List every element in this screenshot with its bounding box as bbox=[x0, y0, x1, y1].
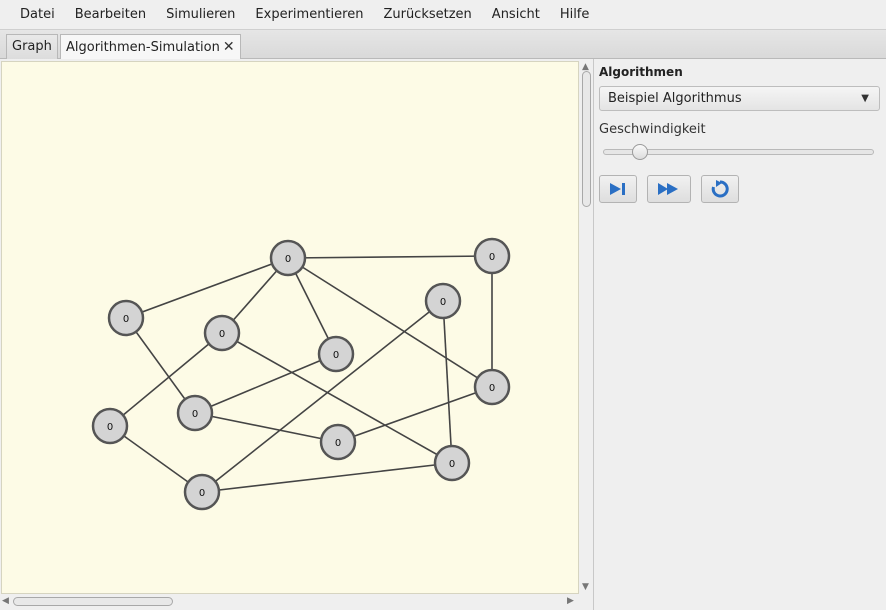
graph-node-value: 0 bbox=[192, 409, 198, 420]
menu-datei[interactable]: Datei bbox=[8, 0, 65, 29]
speed-label: Geschwindigkeit bbox=[599, 122, 706, 137]
chevron-down-icon: ▼ bbox=[861, 93, 869, 104]
tab-algorithmen-simulation-label: Algorithmen-Simulation bbox=[66, 40, 220, 55]
graph-node[interactable]: 0 bbox=[91, 407, 129, 445]
graph-node[interactable]: 0 bbox=[473, 368, 511, 406]
graph-node[interactable]: 0 bbox=[107, 299, 145, 337]
fast-forward-button[interactable] bbox=[647, 175, 691, 203]
fast-forward-icon bbox=[658, 183, 678, 195]
speed-slider-knob[interactable] bbox=[631, 144, 648, 160]
app-window: Datei Bearbeiten Simulieren Experimentie… bbox=[0, 0, 886, 610]
graph-node-value: 0 bbox=[219, 329, 225, 340]
graph-node-value: 0 bbox=[123, 314, 129, 325]
graph-edge[interactable] bbox=[442, 300, 453, 464]
graph-node[interactable]: 0 bbox=[319, 423, 357, 461]
horizontal-scrollbar[interactable]: ◀ ▶ bbox=[1, 594, 579, 608]
menu-hilfe[interactable]: Hilfe bbox=[550, 0, 600, 29]
speed-slider[interactable] bbox=[603, 144, 874, 160]
graph-node[interactable]: 0 bbox=[183, 473, 221, 511]
graph-edge[interactable] bbox=[287, 255, 493, 259]
menu-simulieren[interactable]: Simulieren bbox=[156, 0, 245, 29]
horizontal-scroll-thumb[interactable] bbox=[13, 597, 173, 606]
graph-node-value: 0 bbox=[489, 252, 495, 263]
scroll-down-icon[interactable]: ▼ bbox=[582, 582, 589, 592]
scroll-left-icon[interactable]: ◀ bbox=[2, 596, 9, 606]
reset-button[interactable] bbox=[701, 175, 739, 203]
graph-view[interactable]: 0 0 0 0 0 0 0 0 0 0 0 0 bbox=[2, 62, 578, 593]
graph-node-value: 0 bbox=[440, 297, 446, 308]
menu-bar: Datei Bearbeiten Simulieren Experimentie… bbox=[0, 0, 886, 29]
algorithms-heading: Algorithmen bbox=[599, 65, 683, 79]
graph-node-value: 0 bbox=[335, 438, 341, 449]
algorithm-select-value: Beispiel Algorithmus bbox=[608, 91, 742, 106]
graph-node[interactable]: 0 bbox=[433, 444, 471, 482]
graph-edge[interactable] bbox=[287, 257, 493, 388]
simulation-panel: 0 0 0 0 0 0 0 0 0 0 0 0 ▲ ▼ ◀ ▶ bbox=[0, 59, 594, 610]
close-icon[interactable]: ✕ bbox=[223, 39, 235, 55]
graph-node-value: 0 bbox=[449, 459, 455, 470]
tab-graph[interactable]: Graph bbox=[6, 34, 58, 60]
graph-node-value: 0 bbox=[107, 422, 113, 433]
vertical-scroll-thumb[interactable] bbox=[582, 71, 591, 207]
graph-node-value: 0 bbox=[489, 383, 495, 394]
algorithm-select[interactable]: Beispiel Algorithmus ▼ bbox=[599, 86, 880, 111]
graph-canvas[interactable]: 0 0 0 0 0 0 0 0 0 0 0 0 bbox=[1, 61, 579, 594]
tab-graph-label: Graph bbox=[12, 39, 52, 54]
step-icon bbox=[610, 183, 625, 195]
graph-node-value: 0 bbox=[285, 254, 291, 265]
graph-node[interactable]: 0 bbox=[269, 239, 307, 277]
algorithm-sidebar: Algorithmen Beispiel Algorithmus ▼ Gesch… bbox=[595, 59, 886, 610]
graph-node-value: 0 bbox=[333, 350, 339, 361]
graph-edge[interactable] bbox=[201, 462, 453, 493]
step-button[interactable] bbox=[599, 175, 637, 203]
menu-ansicht[interactable]: Ansicht bbox=[482, 0, 550, 29]
graph-edge[interactable] bbox=[194, 412, 339, 443]
graph-edge[interactable] bbox=[194, 353, 337, 414]
graph-edge[interactable] bbox=[125, 257, 289, 319]
graph-node[interactable]: 0 bbox=[317, 335, 355, 373]
graph-node[interactable]: 0 bbox=[176, 394, 214, 432]
menu-zuruecksetzen[interactable]: Zurücksetzen bbox=[373, 0, 481, 29]
graph-node-value: 0 bbox=[199, 488, 205, 499]
menu-bearbeiten[interactable]: Bearbeiten bbox=[65, 0, 156, 29]
scroll-right-icon[interactable]: ▶ bbox=[567, 596, 574, 606]
graph-node[interactable]: 0 bbox=[203, 314, 241, 352]
graph-edge[interactable] bbox=[337, 386, 493, 443]
tab-bar: Graph Algorithmen-Simulation ✕ bbox=[0, 29, 886, 61]
reset-icon bbox=[711, 180, 729, 198]
graph-node[interactable]: 0 bbox=[424, 282, 462, 320]
vertical-scrollbar[interactable]: ▲ ▼ bbox=[580, 61, 593, 594]
graph-node[interactable]: 0 bbox=[473, 237, 511, 275]
tab-algorithmen-simulation[interactable]: Algorithmen-Simulation ✕ bbox=[60, 34, 241, 61]
menu-experimentieren[interactable]: Experimentieren bbox=[245, 0, 373, 29]
